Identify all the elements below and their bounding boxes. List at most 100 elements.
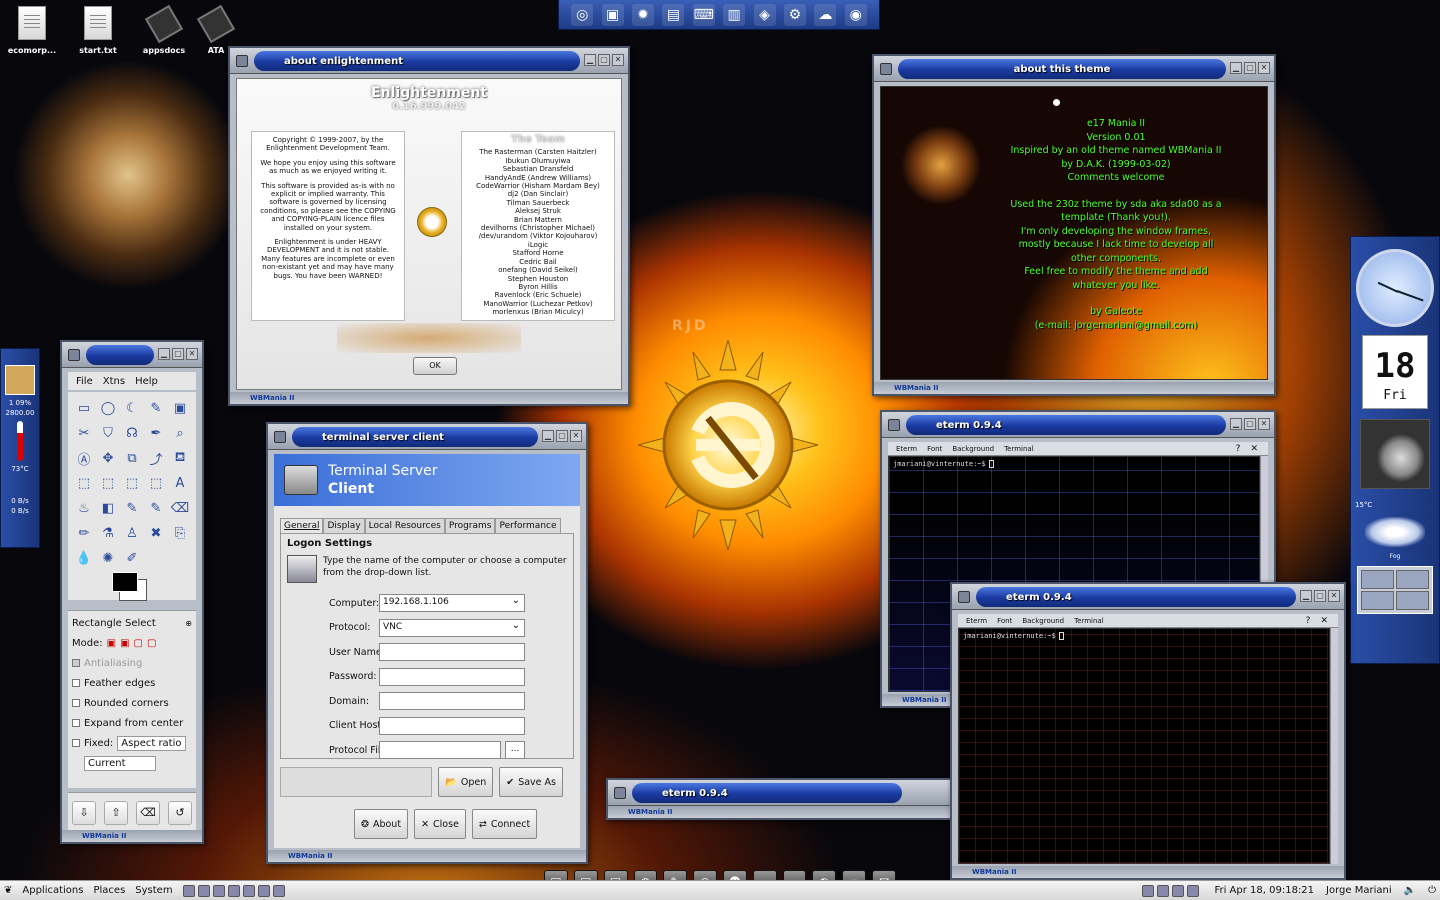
gimp-tool-icon[interactable]: ⛉ <box>96 421 120 446</box>
close-button[interactable]: ✕ <box>186 348 198 360</box>
password-input[interactable] <box>379 667 525 686</box>
close-icon[interactable]: ✕ <box>1320 616 1328 626</box>
iconify-button[interactable]: ▁ <box>1300 590 1312 602</box>
keyboard-icon[interactable]: ⌨ <box>692 3 715 26</box>
mode-replace-icon[interactable]: ▣ <box>107 638 116 649</box>
delete-options-icon[interactable]: ⌫ <box>136 800 160 825</box>
menu-font[interactable]: Font <box>927 445 942 453</box>
menu-terminal[interactable]: Terminal <box>1074 617 1104 625</box>
ok-button[interactable]: OK <box>413 357 457 375</box>
close-dialog-button[interactable]: ✕ Close <box>414 809 466 839</box>
tray-icon[interactable] <box>1172 884 1185 897</box>
tab-programs[interactable]: Programs <box>444 518 496 533</box>
tray-icon[interactable] <box>1142 884 1155 897</box>
system-menu[interactable]: System <box>135 885 172 896</box>
gimp-tool-icon[interactable]: ⛾ <box>168 446 192 471</box>
maximize-button[interactable]: ▢ <box>172 348 184 360</box>
gimp-tool-icon[interactable]: ⬚ <box>120 471 144 496</box>
window-titlebar[interactable]: eterm 0.9.4 ▁ ▢ ✕ <box>882 412 1274 438</box>
gimp-tool-icon[interactable]: ⬚ <box>96 471 120 496</box>
tray-icon[interactable] <box>1187 884 1200 897</box>
protocol-file-input[interactable] <box>379 741 501 760</box>
desktop-icon-appsdocs[interactable]: appsdocs <box>132 4 196 55</box>
logout-icon[interactable]: ⏻ <box>1428 885 1436 896</box>
tab-display[interactable]: Display <box>323 518 365 533</box>
rounded-corners-checkbox[interactable] <box>72 699 80 707</box>
username-input[interactable] <box>379 643 525 662</box>
analog-clock[interactable] <box>1356 249 1434 327</box>
gimp-tool-icon[interactable]: ⬚ <box>72 471 96 496</box>
antialiasing-checkbox[interactable] <box>72 659 80 667</box>
gimp-tool-icon[interactable]: ♙ <box>120 521 144 546</box>
package-icon[interactable]: ◈ <box>753 3 776 26</box>
help-button[interactable]: ? <box>1236 444 1241 454</box>
window-titlebar[interactable]: ▁ ▢ ✕ <box>62 342 202 368</box>
configure-icon[interactable]: ⊕ <box>185 619 192 628</box>
fixed-checkbox[interactable] <box>72 739 80 747</box>
gimp-tool-icon[interactable]: ▣ <box>168 396 192 421</box>
gimp-tool-icon[interactable]: ✥ <box>96 446 120 471</box>
launcher-icon[interactable] <box>257 884 270 897</box>
gimp-tool-icon[interactable]: ⧉ <box>120 446 144 471</box>
gimp-tool-icon[interactable]: ✖ <box>144 521 168 546</box>
gimp-tool-icon[interactable]: ⚗ <box>96 521 120 546</box>
applications-menu[interactable]: Applications <box>22 885 83 896</box>
desktop-pager[interactable] <box>1357 566 1433 614</box>
user-name[interactable]: Jorge Mariani <box>1326 885 1392 896</box>
window-titlebar[interactable]: about enlightenment ▁ ▢ ✕ <box>230 48 628 74</box>
client-hostname-input[interactable] <box>379 716 525 735</box>
maximize-button[interactable]: ▢ <box>598 54 610 66</box>
pager-desk[interactable] <box>1361 570 1394 589</box>
window-titlebar[interactable]: terminal server client ▁ ▢ ✕ <box>268 424 586 450</box>
browse-button[interactable]: ... <box>505 741 525 760</box>
launcher-icon[interactable] <box>212 884 225 897</box>
iconify-button[interactable]: ▁ <box>542 430 554 442</box>
menu-eterm[interactable]: Eterm <box>966 617 987 625</box>
menu-file[interactable]: File <box>76 376 93 387</box>
current-input[interactable]: Current <box>84 755 156 771</box>
cpu-gadget-icon[interactable] <box>5 365 35 395</box>
launcher-icon[interactable] <box>242 884 255 897</box>
desktop-icon-ecomorph[interactable]: ecomorp... <box>0 6 64 55</box>
expand-from-center-checkbox[interactable] <box>72 719 80 727</box>
e17-icon[interactable]: ◎ <box>571 3 594 26</box>
close-button[interactable]: ✕ <box>1258 62 1270 74</box>
gimp-tool-icon[interactable]: ⤴ <box>144 446 168 471</box>
menu-background[interactable]: Background <box>952 445 994 453</box>
iconify-button[interactable]: ▁ <box>1230 418 1242 430</box>
gimp-tool-icon[interactable]: A <box>168 471 192 496</box>
launcher-icon[interactable] <box>227 884 240 897</box>
network-icon[interactable]: ☁ <box>814 3 837 26</box>
maximize-button[interactable]: ▢ <box>1244 418 1256 430</box>
window-menu-icon[interactable] <box>68 349 80 361</box>
pager-desk[interactable] <box>1361 591 1394 610</box>
gimp-tool-icon[interactable]: ✎ <box>144 496 168 521</box>
fixed-mode-select[interactable]: Aspect ratio <box>117 735 186 751</box>
close-button[interactable]: ✕ <box>1258 418 1270 430</box>
browser-icon[interactable]: ✹ <box>631 3 654 26</box>
save-options-icon[interactable]: ⇩ <box>72 800 96 825</box>
gimp-tool-icon[interactable]: ♨ <box>72 496 96 521</box>
iconify-button[interactable]: ▁ <box>1230 62 1242 74</box>
window-menu-icon[interactable] <box>236 55 248 67</box>
tab-performance[interactable]: Performance <box>495 518 561 533</box>
save-as-button[interactable]: ✔ Save As <box>499 767 563 797</box>
calendar-gadget[interactable]: 18 Fri <box>1362 335 1428 409</box>
menu-eterm[interactable]: Eterm <box>896 445 917 453</box>
gimp-tool-icon[interactable]: ▭ <box>72 396 96 421</box>
menu-terminal[interactable]: Terminal <box>1004 445 1034 453</box>
gimp-tool-icon[interactable]: ✎ <box>120 496 144 521</box>
window-menu-icon[interactable] <box>888 419 900 431</box>
connect-button[interactable]: ⇄ Connect <box>471 809 538 839</box>
about-button[interactable]: ❂ About <box>354 809 409 839</box>
gimp-tool-icon[interactable]: ✐ <box>120 546 144 571</box>
gimp-tool-icon[interactable]: ✎ <box>144 396 168 421</box>
iconify-button[interactable]: ▁ <box>584 54 596 66</box>
gimp-tool-icon[interactable]: 💧 <box>72 546 96 571</box>
saved-sessions-select[interactable] <box>280 767 432 797</box>
menu-help[interactable]: Help <box>135 376 158 387</box>
settings-icon[interactable]: ⚙ <box>783 3 806 26</box>
pager-desk[interactable] <box>1396 570 1429 589</box>
computer-combo[interactable]: 192.168.1.106 <box>379 594 525 613</box>
reset-options-icon[interactable]: ↺ <box>168 800 192 825</box>
